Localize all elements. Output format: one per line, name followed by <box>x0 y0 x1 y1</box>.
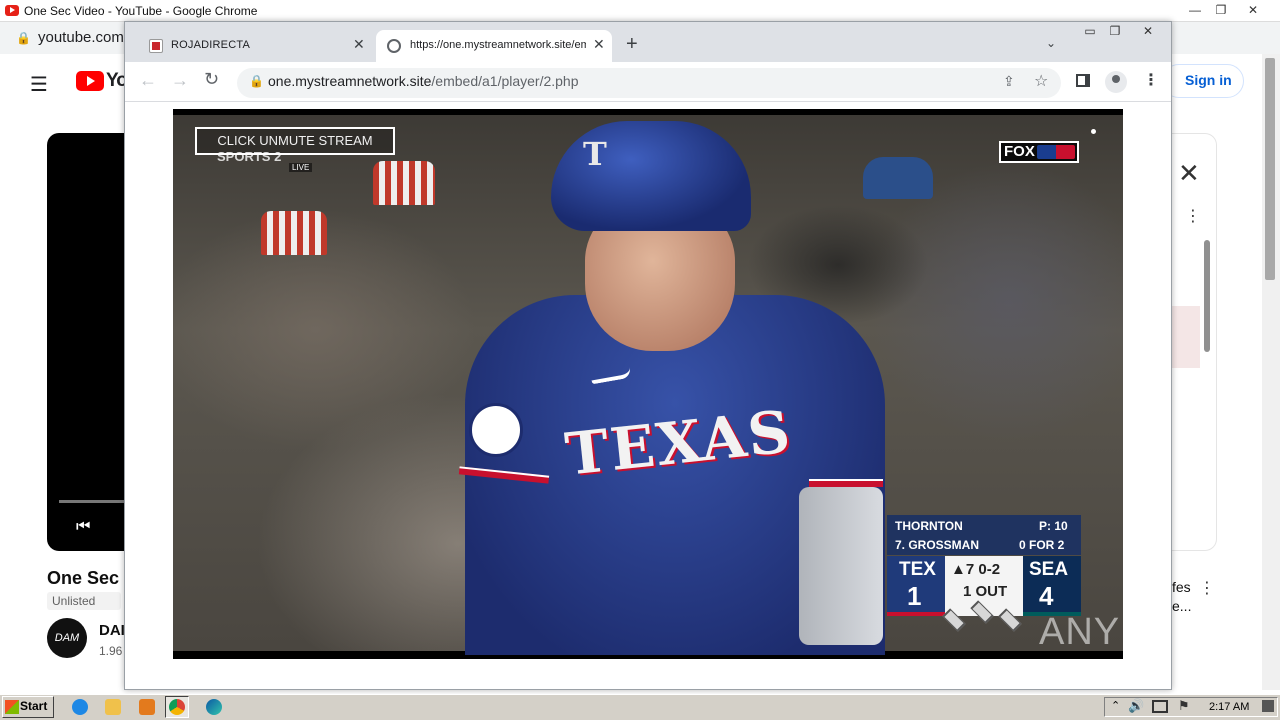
panel-close-icon[interactable]: ✕ <box>1178 158 1200 189</box>
away-team-name: TEX <box>899 559 936 580</box>
crowd-hat <box>261 211 327 255</box>
crowd-cap <box>863 157 933 199</box>
live-badge: LIVE <box>289 163 313 172</box>
home-team-score: 4 <box>1039 581 1054 611</box>
suggestion-kebab-icon[interactable]: ⋮ <box>1199 578 1215 598</box>
youtube-logo-icon[interactable] <box>76 71 104 91</box>
url-host: one.mystreamnetwork.site <box>268 73 432 89</box>
tab-stream[interactable]: https://one.mystreamnetwork.site/embed/a… <box>376 30 612 62</box>
pitch-count: P: 10 <box>1039 519 1068 533</box>
new-tab-button[interactable]: + <box>626 34 638 54</box>
panel-thumbnail[interactable] <box>1172 306 1200 368</box>
start-label[interactable]: Start <box>20 699 47 713</box>
network-icon[interactable] <box>1152 700 1168 713</box>
subscriber-count: 1.96 <box>99 644 123 658</box>
internet-explorer-icon[interactable] <box>72 699 88 715</box>
inning-count: ▲7 0-2 <box>951 561 1001 578</box>
tab-label: ROJADIRECTA <box>171 39 251 51</box>
side-panel-icon[interactable] <box>1076 74 1090 87</box>
stream-video[interactable]: T TEXAS CLICK UNMUTE STREAM SPORTS 2 LIV… <box>173 109 1123 659</box>
scoreboard: THORNTON P: 10 7. GROSSMAN 0 FOR 2 TEX 1… <box>887 515 1081 632</box>
unlisted-label: Unlisted <box>52 594 96 608</box>
anyrun-watermark: ANY ▷ RUN <box>1039 611 1123 653</box>
batter-name: 7. GROSSMAN <box>895 538 980 552</box>
taskbar <box>0 694 1280 720</box>
volume-icon[interactable]: 🔊 <box>1128 698 1144 714</box>
file-explorer-icon[interactable] <box>105 699 121 715</box>
minimize-button[interactable]: ▭ <box>1077 22 1103 40</box>
media-player-icon[interactable] <box>139 699 155 715</box>
away-team-score: 1 <box>907 581 922 611</box>
bookmark-star-icon[interactable]: ☆ <box>1034 71 1048 91</box>
back-window-title: One Sec Video - YouTube - Google Chrome <box>24 4 258 18</box>
mlb-logo-icon <box>1037 145 1075 159</box>
panel-kebab-icon[interactable]: ⋮ <box>1185 206 1201 226</box>
suggestion-title[interactable]: fes e... <box>1172 578 1191 616</box>
back-url-text[interactable]: youtube.com/ <box>38 29 128 46</box>
channel-avatar[interactable]: DAM <box>47 618 87 658</box>
video-title: One Sec <box>47 568 120 588</box>
profile-avatar-icon[interactable] <box>1105 71 1127 93</box>
share-icon[interactable]: ⇪ <box>1003 73 1015 90</box>
back-restore-button[interactable]: ❐ <box>1208 1 1234 19</box>
page-scrollbar-thumb[interactable] <box>1265 58 1275 280</box>
address-url[interactable]: one.mystreamnetwork.site/embed/a1/player… <box>268 73 579 89</box>
chrome-icon[interactable] <box>169 699 185 715</box>
youtube-favicon-icon <box>5 5 19 16</box>
panel-scrollbar[interactable] <box>1204 240 1210 352</box>
crowd-hat <box>373 161 435 205</box>
system-clock[interactable]: 2:17 AM <box>1209 701 1249 713</box>
previous-icon[interactable]: ⏮ <box>76 518 90 536</box>
tab-search-icon[interactable]: ⌄ <box>1046 36 1056 50</box>
first-base-icon <box>998 608 1022 632</box>
hamburger-menu-icon[interactable]: ☰ <box>30 72 48 97</box>
close-button[interactable]: ✕ <box>1135 22 1161 40</box>
show-hidden-icons-icon[interactable]: ⌃ <box>1111 699 1120 712</box>
windows-flag-icon[interactable] <box>5 700 19 714</box>
tab-strip: ROJADIRECTA ✕ https://one.mystreamnetwor… <box>125 22 1171 62</box>
player-arm <box>799 487 883 645</box>
third-base-icon <box>942 608 966 632</box>
rojadirecta-favicon-icon <box>149 39 163 53</box>
recording-dot-icon <box>1091 129 1096 134</box>
globe-icon <box>387 39 401 53</box>
edge-icon[interactable] <box>206 699 222 715</box>
action-center-flag-icon[interactable]: ⚑ <box>1178 698 1190 714</box>
tab-close-icon[interactable]: ✕ <box>593 36 605 53</box>
channel-name[interactable]: DAI <box>99 622 125 639</box>
youtube-video-player[interactable] <box>47 133 127 551</box>
lock-icon: 🔒 <box>16 31 31 45</box>
pitcher-name: THORNTON <box>895 519 963 533</box>
tab-label: https://one.mystreamnetwork.site/embed/a… <box>410 39 586 51</box>
suggestion-line-1: fes <box>1172 579 1191 595</box>
show-desktop-icon[interactable] <box>1262 700 1274 712</box>
back-minimize-button[interactable]: — <box>1182 1 1208 19</box>
tab-rojadirecta[interactable]: ROJADIRECTA ✕ <box>139 30 375 62</box>
reload-button[interactable]: ↻ <box>204 69 219 90</box>
tab-close-icon[interactable]: ✕ <box>353 36 365 53</box>
video-progress-bar[interactable] <box>59 500 127 503</box>
lock-icon[interactable]: 🔒 <box>249 74 264 88</box>
bases-diamond-icon <box>942 600 1023 632</box>
channel-bug: SPORTS 2 <box>217 149 282 164</box>
outs: 1 OUT <box>963 583 1008 600</box>
back-close-button[interactable]: ✕ <box>1240 1 1266 19</box>
stream-browser-window: ROJADIRECTA ✕ https://one.mystreamnetwor… <box>124 21 1172 690</box>
back-button[interactable]: ← <box>139 70 157 91</box>
sleeve-patch-icon <box>469 403 523 457</box>
forward-button[interactable]: → <box>171 70 189 91</box>
home-team-name: SEA <box>1029 559 1069 580</box>
chrome-menu-icon[interactable]: ⋮ <box>1143 70 1159 90</box>
helmet-logo: T <box>583 135 607 173</box>
batter-line: 0 FOR 2 <box>1019 538 1065 552</box>
player-helmet <box>551 121 751 231</box>
sleeve-stripe <box>809 479 883 487</box>
url-path: /embed/a1/player/2.php <box>431 73 579 89</box>
suggestion-line-2: e... <box>1172 598 1192 614</box>
sign-in-label[interactable]: Sign in <box>1185 72 1232 88</box>
restore-button[interactable]: ❐ <box>1102 22 1128 40</box>
